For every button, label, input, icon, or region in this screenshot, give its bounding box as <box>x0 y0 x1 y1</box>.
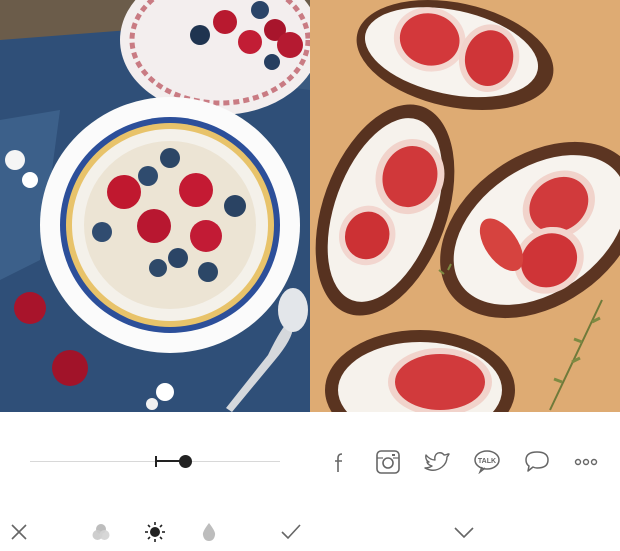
slider-knob[interactable] <box>178 455 192 468</box>
oatmeal-porridge-photo[interactable] <box>0 0 310 412</box>
editor-panel: TALK <box>0 412 620 551</box>
kakaotalk-label: TALK <box>478 458 496 465</box>
message-icon[interactable] <box>523 448 551 476</box>
instagram-icon[interactable] <box>374 448 402 476</box>
photo-editor-screen: TALK <box>0 0 620 551</box>
chevron-down-icon[interactable] <box>452 520 476 544</box>
adjustment-slider[interactable] <box>30 455 280 468</box>
brightness-icon[interactable] <box>143 520 167 544</box>
kakaotalk-icon[interactable]: TALK <box>473 448 501 476</box>
drop-icon[interactable] <box>197 520 221 544</box>
photo-collage <box>0 0 620 412</box>
checkmark-icon[interactable] <box>279 520 303 544</box>
facebook-icon[interactable] <box>326 448 354 476</box>
close-icon[interactable] <box>7 520 31 544</box>
fig-toasts-photo[interactable] <box>310 0 620 412</box>
more-icon[interactable] <box>572 448 600 476</box>
twitter-icon[interactable] <box>423 448 451 476</box>
share-bar: TALK <box>322 448 620 476</box>
tint-icon[interactable] <box>89 520 113 544</box>
